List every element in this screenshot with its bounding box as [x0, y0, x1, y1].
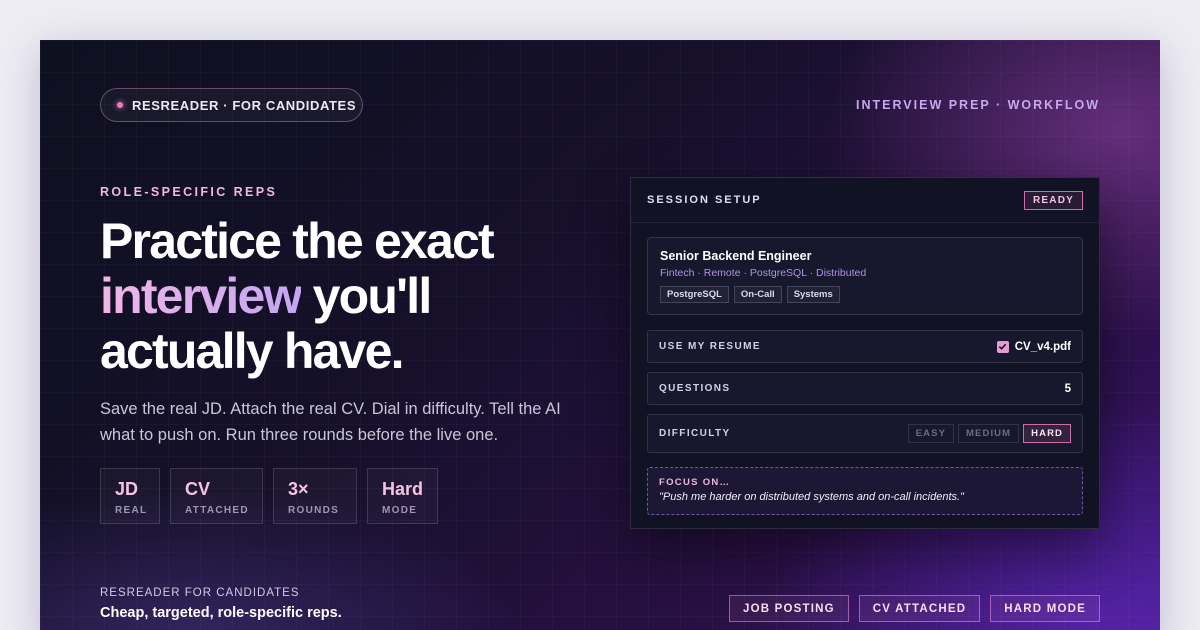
headline-highlight: interview [100, 268, 302, 324]
questions-label: QUESTIONS [659, 383, 731, 394]
headline: Practice the exact interview you'll actu… [100, 214, 620, 379]
stat-label: REAL [115, 505, 148, 516]
stat-label: MODE [382, 505, 418, 516]
stat-value: 3× [288, 479, 309, 499]
difficulty-option-easy[interactable]: EASY [907, 424, 955, 443]
stat-rounds: 3× ROUNDS [273, 468, 357, 524]
footer-subtitle: Cheap, targeted, role-specific reps. [100, 605, 342, 621]
stat-label: ATTACHED [185, 505, 249, 516]
footer-tag-cv-attached: CV ATTACHED [858, 595, 981, 622]
job-title: Senior Backend Engineer [660, 249, 812, 263]
resume-value: CV_v4.pdf [996, 340, 1071, 353]
job-card[interactable]: Senior Backend Engineer Fintech · Remote… [647, 237, 1083, 315]
focus-text: "Push me harder on distributed systems a… [659, 491, 964, 503]
focus-label: FOCUS ON… [659, 477, 731, 488]
job-tag: On-Call [733, 286, 782, 303]
stat-value: JD [115, 479, 139, 499]
difficulty-label: DIFFICULTY [659, 428, 731, 439]
resume-row[interactable]: USE MY RESUME CV_v4.pdf [647, 330, 1083, 363]
workflow-label: INTERVIEW PREP · WORKFLOW [856, 98, 1100, 112]
headline-line-1: Practice the exact [100, 213, 495, 269]
stat-cv: CV ATTACHED [170, 468, 263, 524]
job-tags: PostgreSQL On-Call Systems [660, 286, 1070, 303]
checkmark-icon [999, 343, 1007, 350]
difficulty-selector: EASY MEDIUM HARD [907, 424, 1071, 443]
status-dot-icon [117, 102, 123, 108]
job-tag: Systems [786, 286, 840, 303]
brand-pill: RESREADER · FOR CANDIDATES [100, 88, 363, 122]
status-badge: READY [1023, 190, 1083, 210]
footer-tags: JOB POSTING CV ATTACHED HARD MODE [729, 595, 1100, 622]
hero-card: RESREADER · FOR CANDIDATES INTERVIEW PRE… [40, 40, 1160, 630]
difficulty-option-medium[interactable]: MEDIUM [958, 424, 1020, 443]
brand-pill-label: RESREADER · FOR CANDIDATES [132, 97, 357, 113]
eyebrow: ROLE-SPECIFIC REPS [100, 185, 278, 199]
stats-row: JD REAL CV ATTACHED 3× ROUNDS Hard MODE [100, 468, 438, 524]
resume-label: USE MY RESUME [659, 341, 761, 352]
questions-count[interactable]: 5 [1065, 383, 1071, 395]
resume-filename: CV_v4.pdf [1014, 340, 1071, 353]
difficulty-option-hard[interactable]: HARD [1023, 424, 1071, 443]
job-tag: PostgreSQL [660, 286, 729, 303]
stat-jd: JD REAL [100, 468, 160, 524]
questions-row[interactable]: QUESTIONS 5 [647, 372, 1083, 405]
difficulty-row: DIFFICULTY EASY MEDIUM HARD [647, 414, 1083, 453]
headline-line-3: actually have. [100, 323, 405, 379]
stat-label: ROUNDS [288, 505, 340, 516]
job-meta: Fintech · Remote · PostgreSQL · Distribu… [660, 267, 867, 279]
lead-paragraph: Save the real JD. Attach the real CV. Di… [100, 400, 561, 444]
focus-field[interactable]: FOCUS ON… "Push me harder on distributed… [647, 467, 1083, 515]
headline-line-2: you'll [312, 268, 433, 324]
panel-header: SESSION SETUP READY [631, 178, 1099, 223]
panel-title: SESSION SETUP [647, 194, 762, 206]
stat-value: Hard [382, 479, 424, 499]
stat-mode: Hard MODE [367, 468, 438, 524]
resume-checkbox[interactable] [996, 340, 1009, 353]
stat-value: CV [185, 479, 211, 499]
session-setup-panel: SESSION SETUP READY Senior Backend Engin… [630, 177, 1100, 529]
footer-label: RESREADER FOR CANDIDATES [100, 587, 300, 599]
footer-tag-job-posting: JOB POSTING [729, 595, 849, 622]
footer-tag-hard-mode: HARD MODE [990, 595, 1100, 622]
